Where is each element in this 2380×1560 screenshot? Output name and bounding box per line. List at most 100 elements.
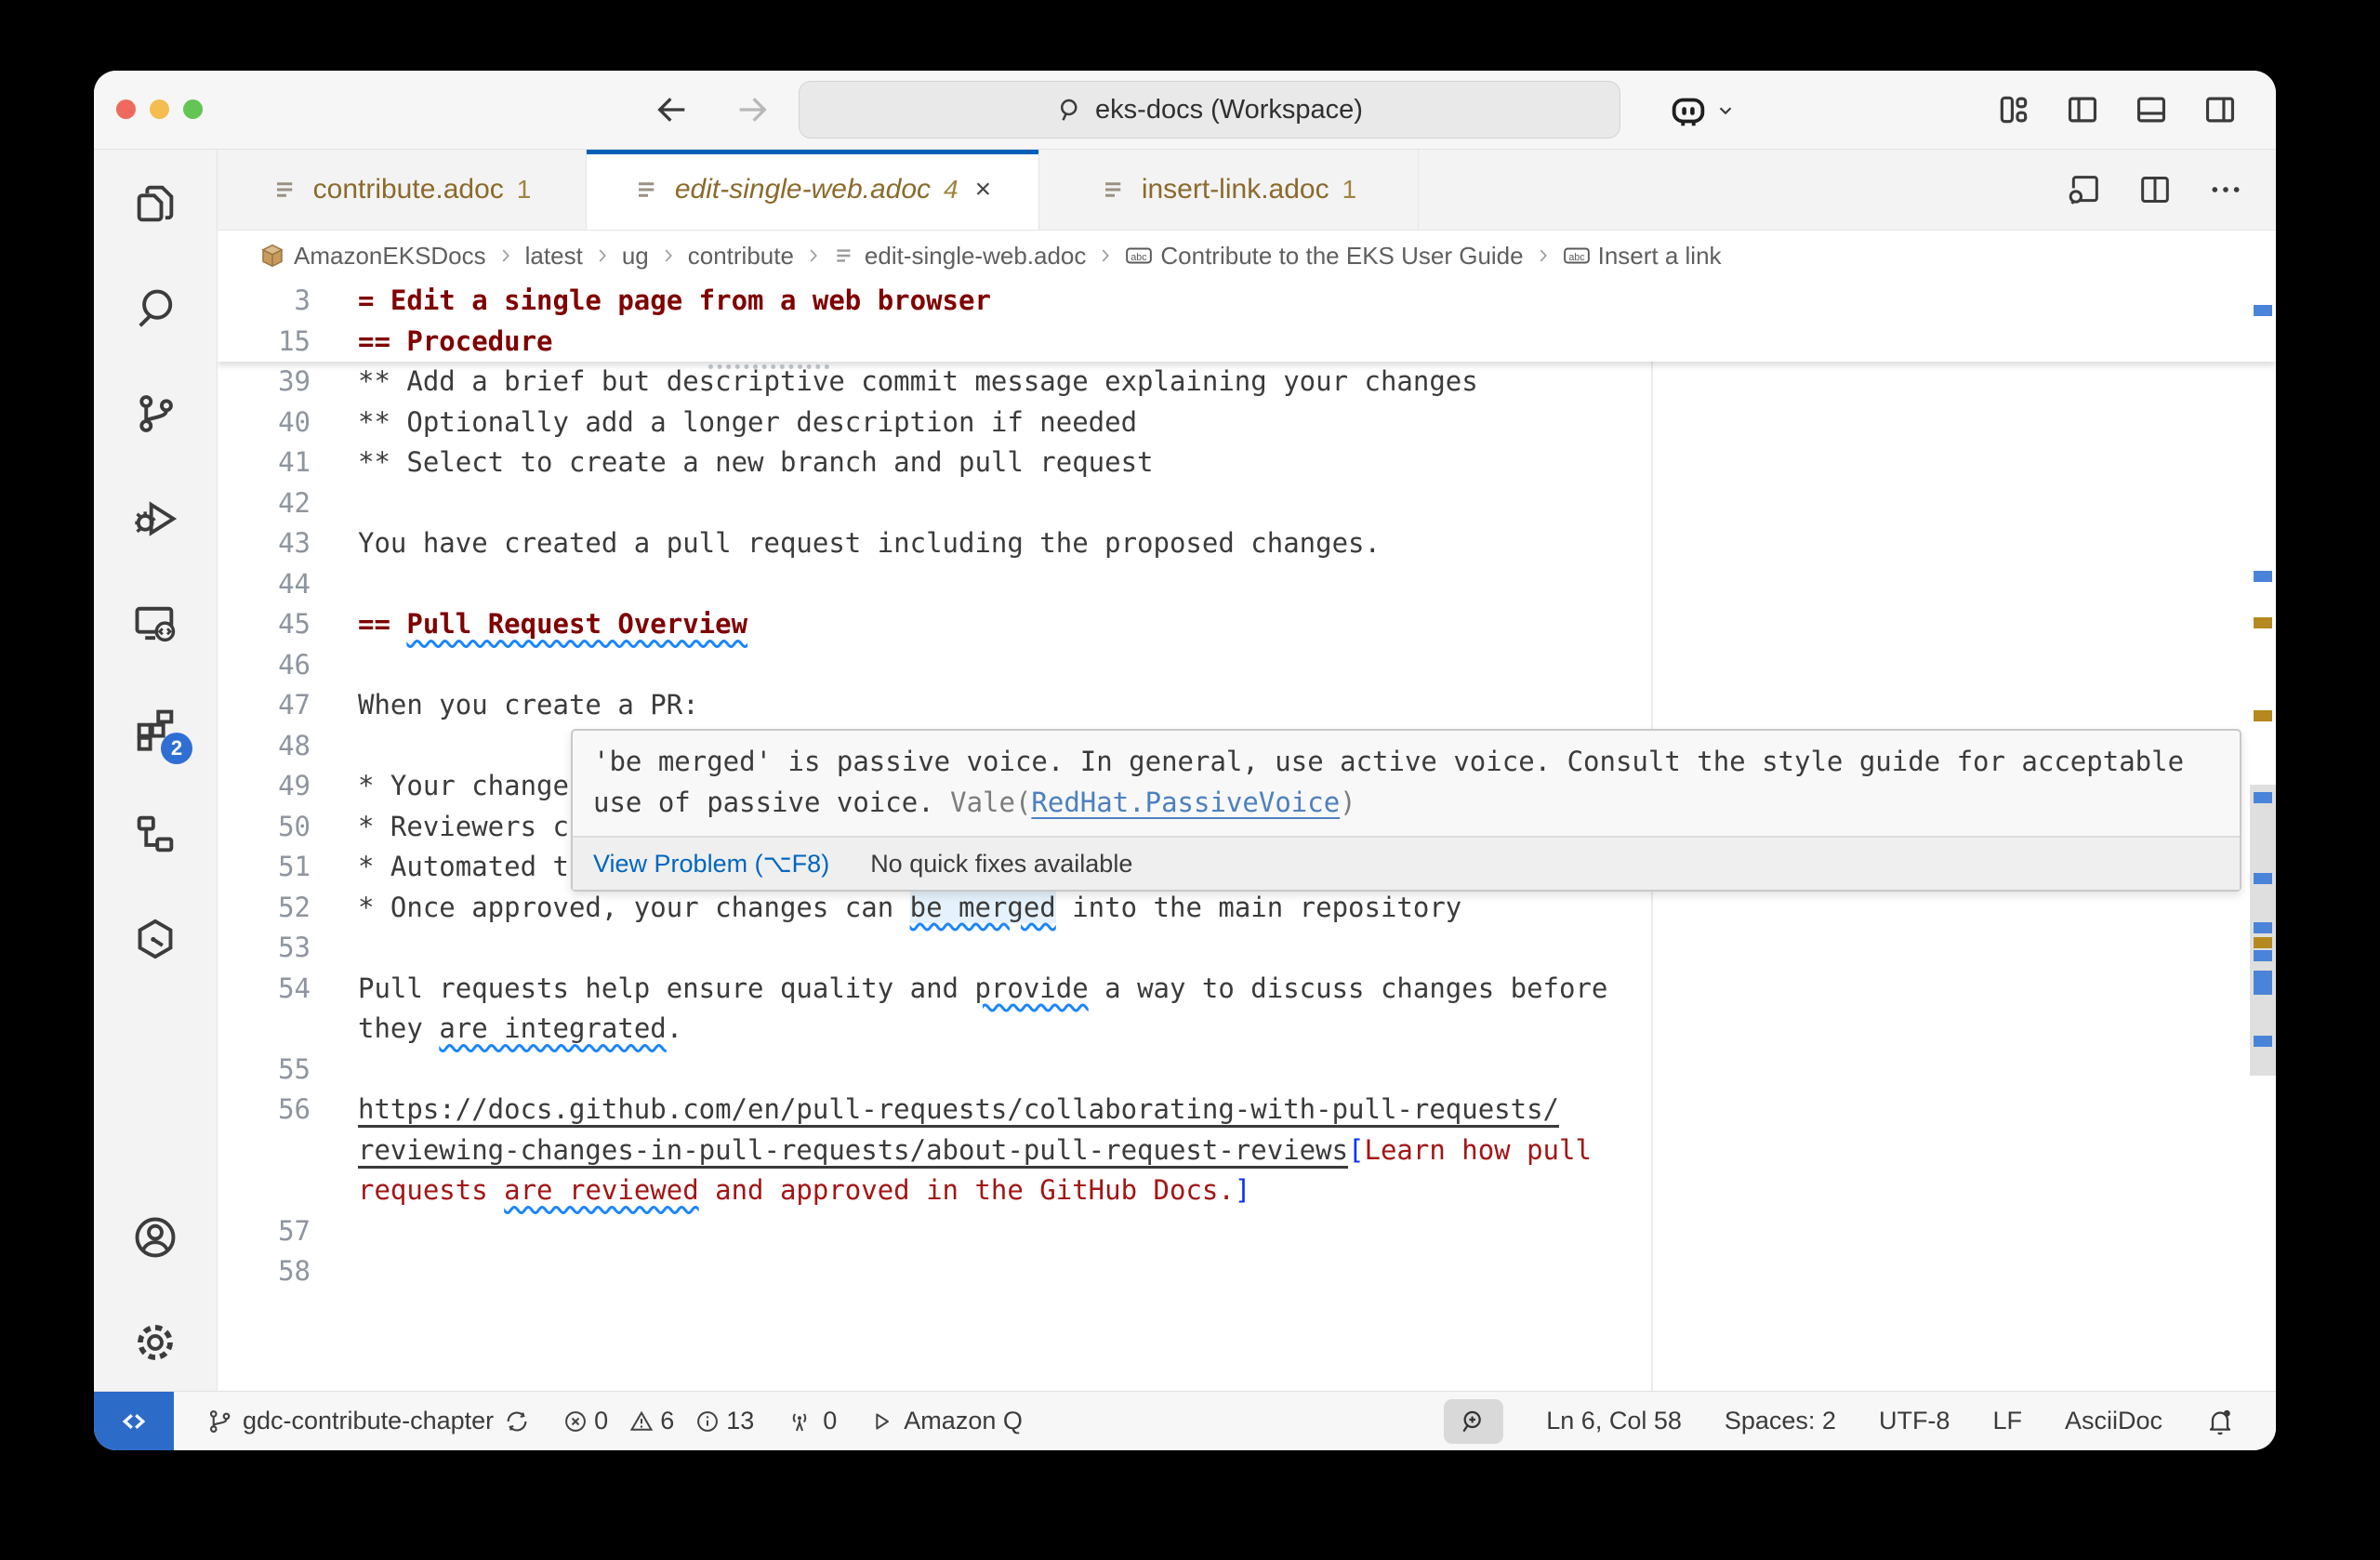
sidebar-right-icon [2202, 92, 2238, 127]
chevron-right-icon [1533, 245, 1554, 266]
code-editor[interactable]: 39** Add a brief but descriptive commit … [218, 281, 2276, 1391]
customize-layout-button[interactable] [1993, 89, 2034, 130]
line-number: 53 [218, 928, 358, 969]
problems-item[interactable]: 0 6 13 [562, 1407, 754, 1435]
line-content: * Automated t [358, 847, 569, 888]
gear-icon [131, 1318, 179, 1367]
code-segment: reviewing-changes-in-pull-requests/about… [358, 1134, 1348, 1166]
line-number: 51 [218, 847, 358, 888]
notifications-bell[interactable] [2205, 1407, 2235, 1436]
breadcrumb-item-ug[interactable]: ug [622, 242, 649, 271]
tab-edit-single-web-adoc[interactable]: edit-single-web.adoc 4 × [587, 150, 1039, 230]
settings-button[interactable] [124, 1311, 187, 1374]
breadcrumb-item-latest[interactable]: latest [525, 242, 583, 271]
git-branch-icon [205, 1408, 233, 1435]
info-marker [2254, 971, 2272, 995]
line-number: 42 [218, 483, 358, 524]
line-content: == Procedure [358, 322, 553, 363]
code-line-sticky: 3= Edit a single page from a web browser [218, 281, 2276, 322]
zoom-indicator[interactable] [1444, 1399, 1503, 1444]
breadcrumb-item-section[interactable]: abc Contribute to the EKS User Guide [1125, 242, 1523, 271]
amazon-q-view-button[interactable] [124, 907, 187, 971]
code-segment: provide [974, 972, 1088, 1004]
split-editor-button[interactable] [2136, 171, 2174, 208]
search-view-button[interactable] [124, 277, 187, 340]
copilot-menu[interactable] [1667, 89, 1736, 132]
vale-rule-link[interactable]: RedHat.PassiveVoice [1031, 787, 1340, 818]
zoom-window-button[interactable] [183, 99, 203, 119]
line-number [218, 1170, 358, 1211]
toggle-secondary-sidebar-button[interactable] [2200, 89, 2241, 130]
close-tab-button[interactable]: × [975, 174, 992, 205]
layout-icon [1996, 92, 2031, 127]
extensions-badge: 2 [161, 733, 192, 764]
diagnostic-hover: 'be merged' is passive voice. In general… [571, 729, 2241, 892]
tab-problem-count: 1 [517, 175, 532, 205]
code-segment: * Your change [358, 770, 569, 801]
extensions-view-button[interactable]: 2 [124, 697, 187, 760]
remote-explorer-view-button[interactable] [124, 592, 187, 655]
code-segment: . [667, 1012, 682, 1044]
ports-item[interactable]: 0 [786, 1407, 837, 1435]
more-actions-button[interactable] [2207, 171, 2244, 208]
info-marker [2254, 305, 2272, 316]
copilot-icon [1667, 89, 1710, 132]
indentation-item[interactable]: Spaces: 2 [1725, 1407, 1836, 1435]
info-count: 13 [726, 1407, 754, 1435]
chevron-right-icon [592, 245, 613, 266]
explorer-view-button[interactable] [124, 172, 187, 235]
line-number: 50 [218, 807, 358, 848]
run-debug-view-button[interactable] [124, 487, 187, 550]
forward-button[interactable] [732, 89, 773, 130]
line-number [218, 1009, 358, 1050]
encoding-item[interactable]: UTF-8 [1879, 1407, 1950, 1435]
chevron-right-icon [803, 245, 824, 266]
code-segment: ** Add a brief but descriptive commit me… [358, 365, 1478, 397]
tab-insert-link-adoc[interactable]: insert-link.adoc 1 [1039, 150, 1419, 230]
breadcrumb-item-workspace[interactable]: AmazonEKSDocs [258, 242, 486, 271]
cursor-position-item[interactable]: Ln 6, Col 58 [1546, 1407, 1682, 1435]
code-segment: * Reviewers c [358, 811, 569, 842]
language-mode-item[interactable]: AsciiDoc [2065, 1407, 2162, 1435]
breadcrumb-item-file[interactable]: edit-single-web.adoc [833, 242, 1086, 271]
toggle-primary-sidebar-button[interactable] [2062, 89, 2103, 130]
code-line: requests are reviewed and approved in th… [218, 1170, 2276, 1211]
code-line: 41** Select to create a new branch and p… [218, 443, 2276, 483]
amazon-q-label: Amazon Q [904, 1407, 1023, 1435]
code-segment: == Procedure [358, 325, 553, 357]
toggle-panel-button[interactable] [2131, 89, 2172, 130]
sidebar-left-icon [2065, 92, 2100, 127]
accounts-button[interactable] [124, 1206, 187, 1269]
view-problem-link[interactable]: View Problem (⌥F8) [593, 850, 829, 879]
line-number: 48 [218, 726, 358, 767]
breadcrumb-item-contribute[interactable]: contribute [688, 242, 794, 271]
warning-marker [2254, 617, 2272, 628]
breadcrumb-item-subsection[interactable]: abc Insert a link [1563, 242, 1722, 271]
eol-item[interactable]: LF [1992, 1407, 2022, 1435]
open-preview-button[interactable] [2066, 171, 2103, 208]
play-icon [868, 1408, 894, 1434]
symbol-string-icon: abc [1563, 244, 1591, 268]
hierarchy-view-button[interactable] [124, 802, 187, 866]
code-line: 52* Once approved, your changes can be m… [218, 888, 2276, 929]
source-control-view-button[interactable] [124, 382, 187, 445]
minimize-window-button[interactable] [150, 99, 169, 119]
tab-label: insert-link.adoc [1142, 174, 1329, 205]
remote-indicator-button[interactable] [94, 1392, 174, 1450]
git-branch-item[interactable]: gdc-contribute-chapter [205, 1407, 531, 1435]
sync-icon [503, 1408, 531, 1435]
code-line: 46 [218, 645, 2276, 686]
amazon-q-item[interactable]: Amazon Q [868, 1407, 1023, 1435]
tab-contribute-adoc[interactable]: contribute.adoc 1 [218, 150, 587, 230]
command-center-search[interactable]: eks-docs (Workspace) [799, 81, 1620, 139]
vscode-window: eks-docs (Workspace) [94, 71, 2276, 1450]
overview-ruler[interactable] [2250, 281, 2276, 1391]
line-content: requests are reviewed and approved in th… [358, 1170, 1250, 1211]
arrow-left-icon [654, 91, 691, 128]
chevron-right-icon [496, 245, 516, 266]
back-button[interactable] [652, 89, 693, 130]
line-content: * Your change [358, 766, 569, 807]
close-window-button[interactable] [116, 99, 136, 119]
code-segment: * Automated t [358, 851, 569, 882]
info-marker [2254, 792, 2272, 803]
